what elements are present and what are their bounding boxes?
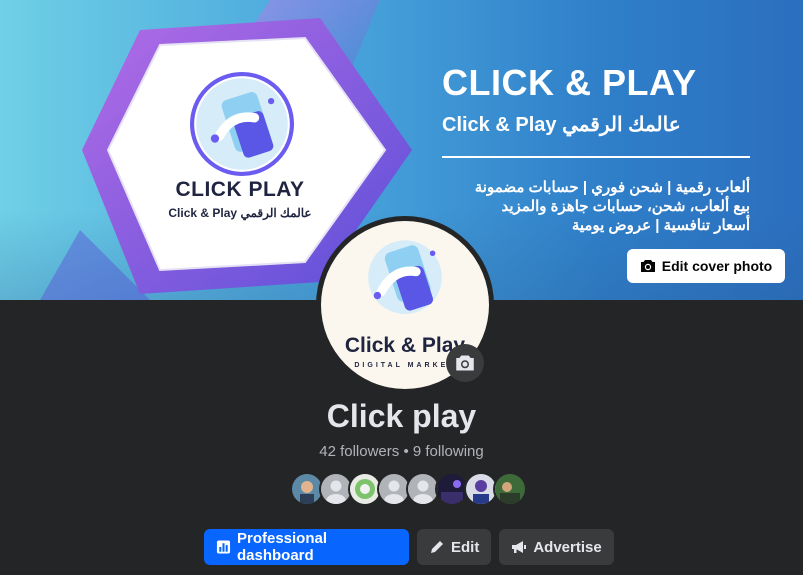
dashboard-chart-icon — [216, 540, 231, 554]
cover-subtitle: Click & Play عالمك الرقمي — [442, 114, 681, 136]
advertise-button[interactable]: Advertise — [499, 529, 614, 565]
cover-title: CLICK & PLAY — [442, 62, 697, 103]
cover-tagline: ألعاب رقمية | شحن فوري | حسابات مضمونة ب… — [410, 178, 750, 235]
pencil-icon — [431, 541, 443, 553]
update-profile-picture-button[interactable] — [446, 344, 484, 382]
follower-avatar[interactable] — [493, 472, 527, 506]
tagline-line: ألعاب رقمية | شحن فوري | حسابات مضمونة — [474, 179, 750, 196]
hex-brand-text: CLICK PLAY — [175, 178, 305, 201]
advertise-label: Advertise — [533, 538, 602, 556]
camera-icon — [640, 260, 655, 272]
professional-dashboard-label: Professional dashboard — [236, 530, 328, 564]
follow-stats[interactable]: 42 followers • 9 following — [0, 443, 803, 460]
avatar-brand-logo — [368, 240, 442, 314]
edit-cover-photo-button[interactable]: Edit cover photo — [627, 249, 785, 283]
edit-label: Edit — [451, 538, 480, 556]
hex-brand-subtitle: Click & Play عالمك الرقمي — [168, 206, 312, 220]
tagline-line: أسعار تنافسية | عروض يومية — [571, 217, 750, 234]
camera-icon — [456, 355, 474, 371]
edit-cover-label: Edit cover photo — [661, 258, 773, 274]
profile-actions: Professional dashboard Edit Advertise — [204, 529, 614, 565]
hex-brand-logo — [190, 72, 294, 176]
cover-divider — [442, 156, 750, 158]
megaphone-icon — [512, 541, 527, 553]
edit-button[interactable]: Edit — [417, 529, 492, 565]
profile-name: Click play — [326, 398, 477, 434]
tagline-line: بيع ألعاب، شحن، حسابات جاهزة والمزيد — [501, 198, 751, 215]
professional-dashboard-button[interactable]: Professional dashboard — [204, 529, 409, 565]
